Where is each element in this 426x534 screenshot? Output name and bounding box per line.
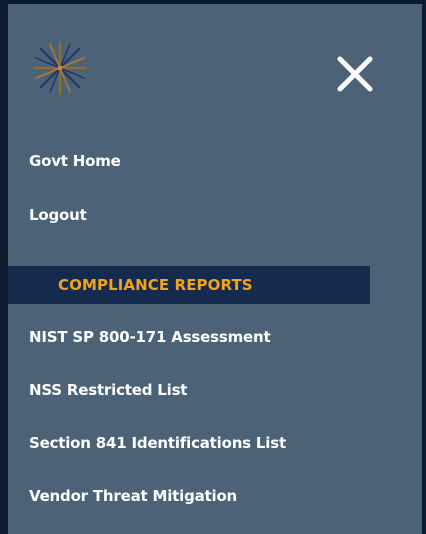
logout-link[interactable]: Logout <box>29 206 87 224</box>
starburst-logo-icon <box>32 40 88 96</box>
govt-home-link[interactable]: Govt Home <box>29 152 121 170</box>
nss-restricted-list-link[interactable]: NSS Restricted List <box>29 381 187 399</box>
close-icon[interactable] <box>335 54 375 94</box>
compliance-reports-section-header: COMPLIANCE REPORTS <box>8 266 370 304</box>
vendor-threat-mitigation-link[interactable]: Vendor Threat Mitigation <box>29 487 237 505</box>
side-menu-panel: Govt Home Logout COMPLIANCE REPORTS NIST… <box>8 4 422 534</box>
page-background: Govt Home Logout COMPLIANCE REPORTS NIST… <box>0 0 426 534</box>
section-841-identifications-link[interactable]: Section 841 Identifications List <box>29 434 286 452</box>
section-header-title: COMPLIANCE REPORTS <box>58 276 253 294</box>
nist-assessment-link[interactable]: NIST SP 800-171 Assessment <box>29 328 271 346</box>
